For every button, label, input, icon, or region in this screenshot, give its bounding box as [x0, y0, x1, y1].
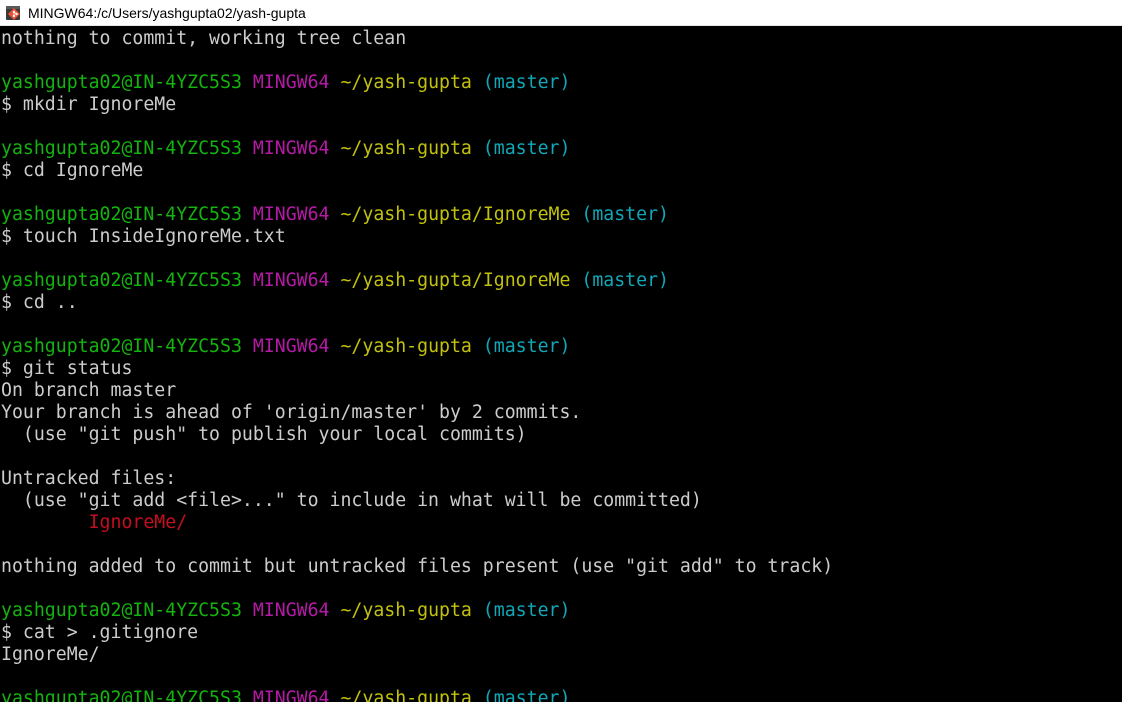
prompt-path: ~/yash-gupta: [340, 336, 472, 357]
prompt-line: yashgupta02@IN-4YZC5S3 MINGW64 ~/yash-gu…: [1, 72, 1121, 94]
output-line: nothing added to commit but untracked fi…: [1, 556, 834, 577]
command-line: $ cd ..: [1, 292, 78, 313]
prompt-branch: (master): [482, 600, 571, 621]
terminal-window: MINGW64:/c/Users/yashgupta02/yash-gupta …: [0, 0, 1122, 702]
prompt-user-host: yashgupta02@IN-4YZC5S3: [1, 72, 242, 93]
window-title: MINGW64:/c/Users/yashgupta02/yash-gupta: [28, 4, 306, 21]
output-line: IgnoreMe/: [1, 644, 100, 665]
prompt-path: ~/yash-gupta: [340, 72, 472, 93]
prompt-branch: (master): [482, 336, 571, 357]
command-line: $ mkdir IgnoreMe: [1, 94, 177, 115]
output-line: Your branch is ahead of 'origin/master' …: [1, 402, 582, 423]
prompt-path: ~/yash-gupta: [340, 688, 472, 702]
prompt-line: yashgupta02@IN-4YZC5S3 MINGW64 ~/yash-gu…: [1, 204, 1121, 226]
prompt-shell: MINGW64: [252, 138, 330, 159]
prompt-user-host: yashgupta02@IN-4YZC5S3: [1, 138, 242, 159]
command-line: $ cd IgnoreMe: [1, 160, 144, 181]
prompt-path: ~/yash-gupta/IgnoreMe: [340, 270, 571, 291]
prompt-user-host: yashgupta02@IN-4YZC5S3: [1, 204, 242, 225]
prompt-shell: MINGW64: [252, 336, 330, 357]
prompt-user-host: yashgupta02@IN-4YZC5S3: [1, 600, 242, 621]
prompt-path: ~/yash-gupta/IgnoreMe: [340, 204, 571, 225]
prompt-shell: MINGW64: [252, 688, 330, 702]
command-line: $ git status: [1, 358, 133, 379]
prompt-line: yashgupta02@IN-4YZC5S3 MINGW64 ~/yash-gu…: [1, 138, 1121, 160]
terminal-output[interactable]: nothing to commit, working tree clean ya…: [1, 28, 1121, 702]
prompt-shell: MINGW64: [252, 204, 330, 225]
prompt-shell: MINGW64: [252, 600, 330, 621]
output-line: On branch master: [1, 380, 177, 401]
prompt-branch: (master): [581, 270, 669, 291]
prompt-line: yashgupta02@IN-4YZC5S3 MINGW64 ~/yash-gu…: [1, 270, 1121, 292]
prompt-branch: (master): [482, 72, 571, 93]
output-line: (use "git push" to publish your local co…: [1, 424, 527, 445]
output-line: nothing to commit, working tree clean: [1, 28, 407, 49]
prompt-line: yashgupta02@IN-4YZC5S3 MINGW64 ~/yash-gu…: [1, 688, 1121, 702]
prompt-user-host: yashgupta02@IN-4YZC5S3: [1, 270, 242, 291]
prompt-line: yashgupta02@IN-4YZC5S3 MINGW64 ~/yash-gu…: [1, 336, 1121, 358]
prompt-branch: (master): [581, 204, 669, 225]
prompt-branch: (master): [482, 138, 571, 159]
command-line: $ cat > .gitignore: [1, 622, 199, 643]
prompt-branch: (master): [482, 688, 571, 702]
prompt-path: ~/yash-gupta: [340, 138, 472, 159]
prompt-user-host: yashgupta02@IN-4YZC5S3: [1, 336, 242, 357]
prompt-path: ~/yash-gupta: [340, 600, 472, 621]
output-line: (use "git add <file>..." to include in w…: [1, 490, 702, 511]
title-bar[interactable]: MINGW64:/c/Users/yashgupta02/yash-gupta: [0, 0, 1122, 26]
prompt-user-host: yashgupta02@IN-4YZC5S3: [1, 688, 242, 702]
prompt-shell: MINGW64: [252, 72, 330, 93]
command-line: $ touch InsideIgnoreMe.txt: [1, 226, 286, 247]
git-bash-icon: [5, 4, 23, 22]
untracked-file: IgnoreMe/: [1, 512, 188, 533]
prompt-shell: MINGW64: [252, 270, 330, 291]
prompt-line: yashgupta02@IN-4YZC5S3 MINGW64 ~/yash-gu…: [1, 600, 1121, 622]
output-line: Untracked files:: [1, 468, 177, 489]
